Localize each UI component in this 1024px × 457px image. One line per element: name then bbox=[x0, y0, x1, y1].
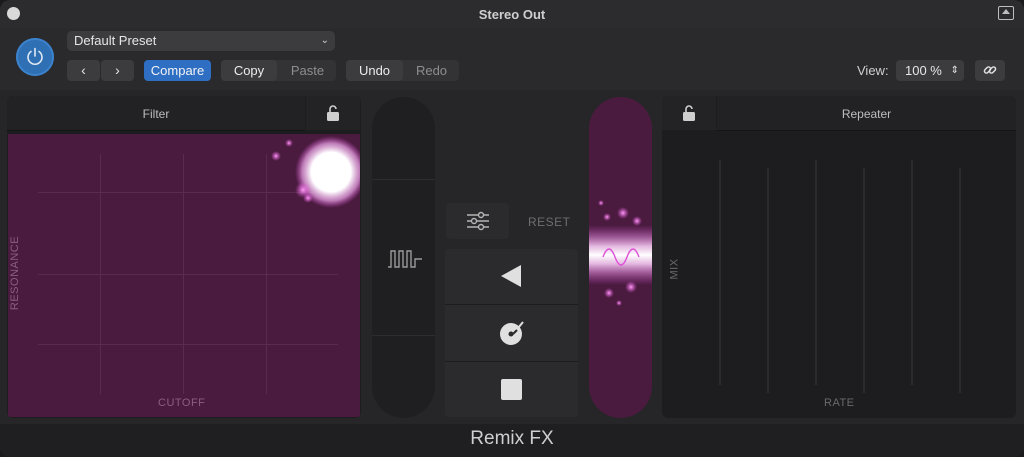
settings-button[interactable] bbox=[446, 203, 509, 239]
previous-preset-button[interactable]: ‹ bbox=[67, 60, 100, 81]
repeater-xy-pad[interactable]: MIX RATE bbox=[662, 131, 1016, 418]
downsampler-glow bbox=[589, 200, 652, 306]
zoom-select[interactable]: 100 % ⇕ bbox=[896, 60, 964, 81]
zoom-value: 100 % bbox=[905, 63, 942, 78]
undo-redo-group: Undo Redo bbox=[346, 60, 459, 81]
undo-button[interactable]: Undo bbox=[346, 60, 403, 81]
reverse-play-icon bbox=[501, 265, 521, 287]
resonance-axis-label: RESONANCE bbox=[9, 235, 22, 311]
transport-panel bbox=[445, 249, 578, 417]
view-label: View: bbox=[857, 63, 889, 78]
sliders-icon bbox=[467, 211, 489, 231]
window-title: Stereo Out bbox=[478, 7, 546, 22]
rate-line bbox=[815, 160, 817, 385]
downsampler-strip[interactable] bbox=[589, 97, 652, 418]
rate-line bbox=[767, 168, 769, 393]
next-preset-button[interactable]: › bbox=[101, 60, 134, 81]
paste-button[interactable]: Paste bbox=[279, 60, 336, 81]
chevron-down-icon: ⌄ bbox=[320, 35, 329, 46]
repeater-lock-button[interactable] bbox=[662, 96, 716, 130]
divider bbox=[372, 179, 435, 180]
filter-lock-button[interactable] bbox=[306, 96, 360, 130]
stop-button[interactable] bbox=[445, 362, 578, 417]
repeater-panel: Repeater MIX RATE bbox=[662, 96, 1016, 418]
compare-button[interactable]: Compare bbox=[144, 60, 211, 81]
gate-strip[interactable] bbox=[372, 97, 435, 418]
power-button[interactable] bbox=[16, 38, 54, 76]
rate-line bbox=[719, 160, 721, 385]
rate-axis-label: RATE bbox=[824, 397, 855, 409]
repeater-header: Repeater bbox=[717, 96, 1016, 131]
divider bbox=[372, 335, 435, 336]
mix-axis-label: MIX bbox=[668, 258, 681, 280]
redo-button[interactable]: Redo bbox=[404, 60, 459, 81]
title-bar: Stereo Out bbox=[0, 0, 1024, 28]
filter-touch-glow bbox=[271, 136, 360, 208]
reset-button[interactable]: RESET bbox=[528, 215, 571, 229]
scratch-button[interactable] bbox=[445, 305, 578, 361]
reverse-button[interactable] bbox=[445, 249, 578, 304]
copy-paste-group: Copy Paste bbox=[221, 60, 336, 81]
rate-line bbox=[959, 168, 961, 393]
unlock-icon bbox=[683, 105, 695, 121]
rate-line bbox=[863, 168, 865, 393]
cutoff-axis-label: CUTOFF bbox=[158, 397, 206, 409]
copy-button[interactable]: Copy bbox=[221, 60, 277, 81]
preset-select[interactable]: Default Preset ⌄ bbox=[67, 31, 335, 51]
power-icon bbox=[27, 47, 43, 65]
link-button[interactable] bbox=[975, 60, 1005, 81]
plugin-header: Default Preset ⌄ ‹ › Compare Copy Paste … bbox=[0, 28, 1024, 90]
filter-xy-pad[interactable]: CUTOFF RESONANCE bbox=[8, 134, 360, 417]
filter-panel: Filter CUTOFF RESONANCE bbox=[7, 96, 361, 418]
filter-title: Filter bbox=[142, 107, 170, 121]
gate-wave-icon bbox=[388, 250, 422, 268]
rate-line bbox=[911, 160, 913, 385]
link-icon bbox=[983, 66, 997, 74]
remix-fx-window: Stereo Out Default Preset ⌄ ‹ › Compare … bbox=[0, 0, 1024, 457]
plugin-name: Remix FX bbox=[470, 428, 554, 449]
unlock-icon bbox=[327, 105, 339, 121]
expand-icon[interactable] bbox=[998, 6, 1014, 20]
repeater-title: Repeater bbox=[841, 107, 892, 121]
turntable-icon bbox=[500, 321, 524, 345]
updown-chevron-icon: ⇕ bbox=[950, 65, 959, 76]
filter-header: Filter bbox=[7, 96, 305, 131]
preset-name: Default Preset bbox=[74, 33, 157, 48]
stop-icon bbox=[501, 379, 522, 400]
